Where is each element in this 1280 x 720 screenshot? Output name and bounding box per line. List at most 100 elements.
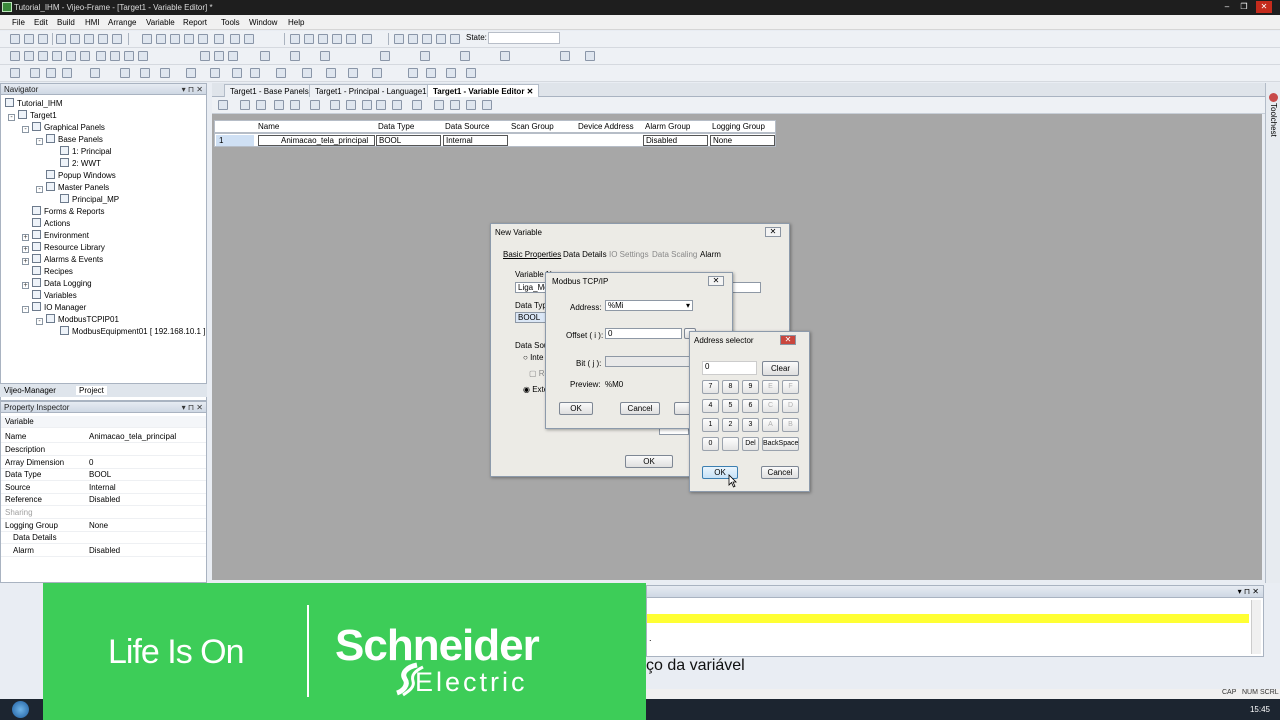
tab-io-settings[interactable]: IO Settings — [609, 250, 649, 259]
address-dropdown[interactable]: %Mi ▾ — [605, 300, 693, 311]
paste-variable-icon[interactable] — [290, 100, 300, 110]
menu-tools[interactable]: Tools — [221, 18, 240, 27]
window-icon[interactable] — [66, 51, 76, 61]
pen-icon[interactable] — [244, 34, 254, 44]
simulate-icon[interactable] — [98, 34, 108, 44]
grid-view-icon[interactable] — [482, 100, 492, 110]
menu-build[interactable]: Build — [57, 18, 75, 27]
size-icon[interactable] — [380, 51, 390, 61]
property-row[interactable]: Array Dimension 0 — [1, 457, 206, 469]
pointer-icon[interactable] — [10, 68, 20, 78]
copy-icon[interactable] — [184, 34, 194, 44]
key-4[interactable]: 4 — [702, 399, 719, 413]
menu-report[interactable]: Report — [183, 18, 207, 27]
close-icon[interactable]: ✕ — [780, 335, 796, 345]
zoom-icon[interactable] — [408, 34, 418, 44]
add-variable-icon[interactable] — [240, 100, 250, 110]
tree-item-wwt[interactable]: 2: WWT — [60, 158, 101, 170]
tab-data-details[interactable]: Data Details — [563, 250, 607, 259]
expand-toggle[interactable]: - — [22, 306, 29, 313]
lamp-icon[interactable] — [302, 68, 312, 78]
property-row[interactable]: Description — [1, 444, 206, 456]
expand-toggle[interactable]: + — [22, 282, 29, 289]
cell-data-type[interactable]: BOOL — [376, 135, 441, 146]
paste-icon[interactable] — [198, 34, 208, 44]
tree-item-principal-mp[interactable]: Principal_MP — [60, 194, 119, 206]
send-back-icon[interactable] — [110, 51, 120, 61]
menu-edit[interactable]: Edit — [34, 18, 48, 27]
key-f[interactable]: F — [782, 380, 799, 394]
print-icon[interactable] — [56, 34, 66, 44]
key-c[interactable]: C — [762, 399, 779, 413]
tab-variable-editor[interactable]: Target1 - Variable Editor ✕ — [427, 84, 540, 97]
start-button[interactable] — [12, 701, 29, 718]
tree-item-alarms-events[interactable]: Alarms & Events — [32, 254, 103, 266]
duplicate-icon[interactable] — [214, 34, 224, 44]
center-icon[interactable] — [460, 51, 470, 61]
list-icon[interactable] — [210, 68, 220, 78]
key-5[interactable]: 5 — [722, 399, 739, 413]
snap-icon[interactable] — [38, 51, 48, 61]
tree-item-environment[interactable]: Environment — [32, 230, 89, 242]
link-icon[interactable] — [362, 100, 372, 110]
expand-toggle[interactable]: - — [36, 138, 43, 145]
unlink-icon[interactable] — [376, 100, 386, 110]
bring-front-icon[interactable] — [96, 51, 106, 61]
tree-item-io-manager[interactable]: IO Manager — [32, 302, 86, 314]
key-d[interactable]: D — [782, 399, 799, 413]
menu-file[interactable]: File — [12, 18, 25, 27]
tab-principal-language1[interactable]: Target1 - Principal - Language1 — [309, 84, 433, 97]
select-mode-icon[interactable] — [10, 51, 20, 61]
output-scrollbar[interactable] — [1251, 600, 1261, 654]
tree-item-recipes[interactable]: Recipes — [32, 266, 73, 278]
button-icon[interactable] — [276, 68, 286, 78]
tree-item-base-panels[interactable]: Base Panels — [46, 134, 103, 146]
col-data-type[interactable]: Data Type — [378, 122, 414, 131]
flip-icon[interactable] — [228, 51, 238, 61]
delete-variable-icon[interactable] — [256, 100, 266, 110]
property-row[interactable]: Reference Disabled — [1, 494, 206, 506]
ungroup-icon[interactable] — [138, 51, 148, 61]
chart-icon[interactable] — [585, 51, 595, 61]
expand-toggle[interactable]: - — [22, 126, 29, 133]
tag-icon[interactable] — [394, 34, 404, 44]
undo-icon[interactable] — [142, 34, 152, 44]
tab-data-scaling[interactable]: Data Scaling — [652, 250, 697, 259]
tree-item-popup-windows[interactable]: Popup Windows — [46, 170, 116, 182]
spacing-icon[interactable] — [500, 51, 510, 61]
import-icon[interactable] — [450, 100, 460, 110]
expand-toggle[interactable]: + — [22, 234, 29, 241]
key-backspace[interactable]: BackSpace — [762, 437, 799, 451]
export-icon[interactable] — [434, 100, 444, 110]
sort-icon[interactable] — [330, 100, 340, 110]
refresh-icon[interactable] — [332, 34, 342, 44]
rotate-icon[interactable] — [214, 51, 224, 61]
address-value-field[interactable]: 0 — [702, 361, 757, 375]
table-row[interactable]: Animacao_tela_principal BOOL Internal Di… — [214, 133, 776, 147]
page-icon[interactable] — [362, 34, 372, 44]
col-alarm-group[interactable]: Alarm Group — [645, 122, 690, 131]
menu-arrange[interactable]: Arrange — [108, 18, 136, 27]
cell-alarm-group[interactable]: Disabled — [643, 135, 708, 146]
menu-help[interactable]: Help — [288, 18, 304, 27]
open-icon[interactable] — [24, 34, 34, 44]
distribute-icon[interactable] — [290, 51, 300, 61]
bargraph-icon[interactable] — [408, 68, 418, 78]
tree-item-resource-library[interactable]: Resource Library — [32, 242, 105, 254]
polygon-icon[interactable] — [90, 68, 100, 78]
save-icon[interactable] — [38, 34, 48, 44]
alarm-icon[interactable] — [446, 68, 456, 78]
align-left-icon[interactable] — [200, 51, 210, 61]
zoom-in-icon[interactable] — [450, 34, 460, 44]
key-2[interactable]: 2 — [722, 418, 739, 432]
toolchest-label[interactable]: Toolchest — [1269, 103, 1278, 137]
arc-icon[interactable] — [160, 68, 170, 78]
tab-vijeo-manager[interactable]: Vijeo-Manager — [4, 386, 56, 395]
key-0[interactable]: 0 — [702, 437, 719, 451]
cut-icon[interactable] — [170, 34, 180, 44]
zoom-out-icon[interactable] — [436, 34, 446, 44]
line-icon[interactable] — [46, 68, 56, 78]
col-device-address[interactable]: Device Address — [578, 122, 634, 131]
col-data-source[interactable]: Data Source — [445, 122, 489, 131]
expand-toggle[interactable]: + — [22, 258, 29, 265]
